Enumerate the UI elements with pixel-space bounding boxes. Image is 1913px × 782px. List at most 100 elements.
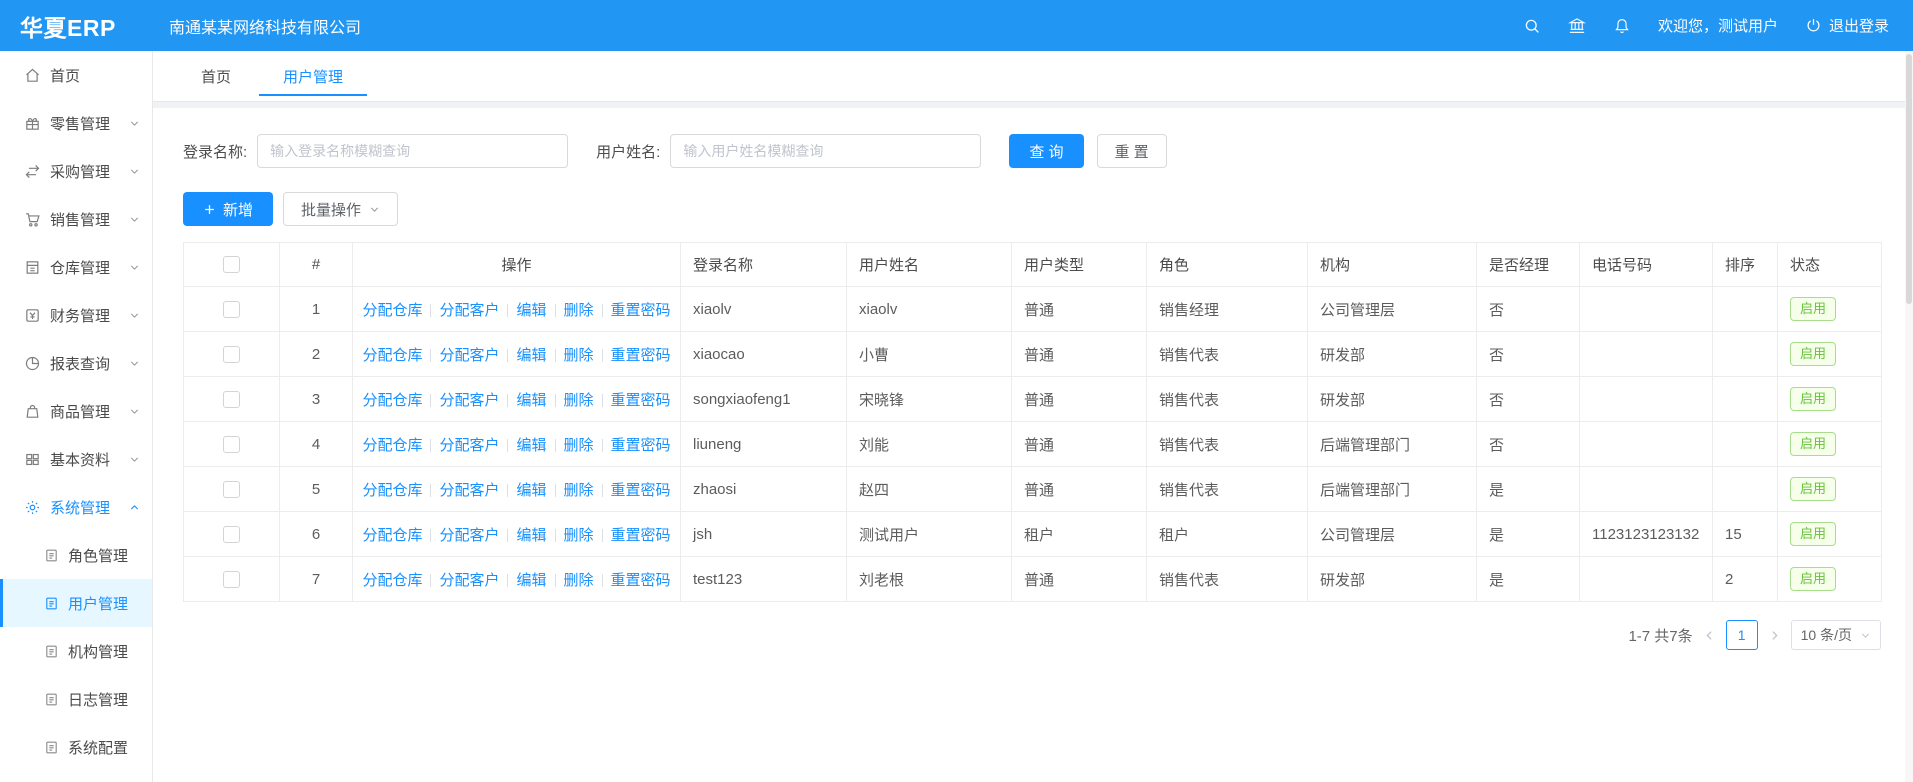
sidebar-item-purchase[interactable]: 采购管理 [0, 147, 152, 195]
col-header-sort: 排序 [1713, 243, 1778, 287]
status-badge[interactable]: 启用 [1790, 297, 1836, 321]
edit-link[interactable]: 编辑 [516, 302, 546, 319]
row-checkbox[interactable] [223, 481, 240, 498]
sidebar-item-finance[interactable]: 财务管理 [0, 291, 152, 339]
row-checkbox[interactable] [223, 571, 240, 588]
logout-button[interactable]: 退出登录 [1805, 15, 1889, 36]
tab-user-mgmt[interactable]: 用户管理 [259, 58, 367, 96]
scrollbar-thumb[interactable] [1906, 54, 1912, 304]
sidebar-item-user-mgmt[interactable]: 用户管理 [0, 579, 152, 627]
edit-link[interactable]: 编辑 [516, 437, 546, 454]
bank-icon[interactable] [1568, 17, 1586, 35]
add-button[interactable]: 新增 [183, 192, 273, 226]
status-badge[interactable]: 启用 [1790, 567, 1836, 591]
delete-link[interactable]: 删除 [564, 392, 594, 409]
assign-customer-link[interactable]: 分配客户 [439, 527, 499, 544]
sidebar-item-goods[interactable]: 商品管理 [0, 387, 152, 435]
sidebar-item-basic-data[interactable]: 基本资料 [0, 435, 152, 483]
cell-phone [1580, 557, 1713, 602]
assign-warehouse-link[interactable]: 分配仓库 [362, 347, 422, 364]
sidebar-item-system-config[interactable]: 系统配置 [0, 723, 152, 771]
page-size-select[interactable]: 10 条/页 [1791, 620, 1881, 650]
status-badge[interactable]: 启用 [1790, 477, 1836, 501]
row-checkbox[interactable] [223, 391, 240, 408]
op-separator [555, 439, 556, 452]
delete-link[interactable]: 删除 [564, 482, 594, 499]
doc-icon [44, 740, 59, 755]
select-all-checkbox[interactable] [223, 256, 240, 273]
sidebar-item-log-mgmt[interactable]: 日志管理 [0, 675, 152, 723]
reset-password-link[interactable]: 重置密码 [611, 392, 671, 409]
next-page-button[interactable] [1768, 629, 1781, 642]
prev-page-button[interactable] [1703, 629, 1716, 642]
reset-password-link[interactable]: 重置密码 [611, 482, 671, 499]
reset-password-link[interactable]: 重置密码 [611, 527, 671, 544]
vertical-scrollbar[interactable] [1905, 51, 1913, 782]
cell-phone [1580, 467, 1713, 512]
sidebar-item-sales[interactable]: 销售管理 [0, 195, 152, 243]
cell-type: 普通 [1012, 422, 1147, 467]
reset-password-link[interactable]: 重置密码 [611, 437, 671, 454]
cell-role: 销售代表 [1147, 332, 1308, 377]
edit-link[interactable]: 编辑 [516, 482, 546, 499]
edit-link[interactable]: 编辑 [516, 527, 546, 544]
row-checkbox[interactable] [223, 346, 240, 363]
col-header-type: 用户类型 [1012, 243, 1147, 287]
assign-warehouse-link[interactable]: 分配仓库 [362, 302, 422, 319]
user-name-input[interactable] [670, 134, 981, 168]
col-header-name: 用户姓名 [847, 243, 1012, 287]
search-icon[interactable] [1523, 17, 1541, 35]
assign-warehouse-link[interactable]: 分配仓库 [362, 437, 422, 454]
op-separator [507, 574, 508, 587]
edit-link[interactable]: 编辑 [516, 392, 546, 409]
assign-warehouse-link[interactable]: 分配仓库 [362, 482, 422, 499]
assign-customer-link[interactable]: 分配客户 [439, 302, 499, 319]
sidebar-item-reports[interactable]: 报表查询 [0, 339, 152, 387]
row-checkbox[interactable] [223, 301, 240, 318]
sidebar-item-role-mgmt[interactable]: 角色管理 [0, 531, 152, 579]
login-name-input[interactable] [257, 134, 568, 168]
cell-name: 刘老根 [847, 557, 1012, 602]
assign-warehouse-link[interactable]: 分配仓库 [362, 572, 422, 589]
sales-cart-icon [24, 211, 41, 228]
edit-link[interactable]: 编辑 [516, 347, 546, 364]
query-button[interactable]: 查 询 [1009, 134, 1083, 168]
bell-icon[interactable] [1613, 17, 1631, 35]
cell-org: 后端管理部门 [1308, 467, 1477, 512]
delete-link[interactable]: 删除 [564, 572, 594, 589]
sidebar-item-system[interactable]: 系统管理 [0, 483, 152, 531]
assign-customer-link[interactable]: 分配客户 [439, 347, 499, 364]
status-badge[interactable]: 启用 [1790, 522, 1836, 546]
sidebar-item-home[interactable]: 首页 [0, 51, 152, 99]
op-separator [602, 394, 603, 407]
topbar: 华夏ERP 南通某某网络科技有限公司 欢迎您，测试用户 退出登录 [0, 0, 1913, 51]
reset-password-link[interactable]: 重置密码 [611, 347, 671, 364]
sidebar-item-retail[interactable]: 零售管理 [0, 99, 152, 147]
purchase-icon [24, 163, 41, 180]
assign-warehouse-link[interactable]: 分配仓库 [362, 392, 422, 409]
reset-password-link[interactable]: 重置密码 [611, 572, 671, 589]
assign-customer-link[interactable]: 分配客户 [439, 437, 499, 454]
cell-org: 研发部 [1308, 377, 1477, 422]
status-badge[interactable]: 启用 [1790, 342, 1836, 366]
sidebar-item-warehouse[interactable]: 仓库管理 [0, 243, 152, 291]
reset-button[interactable]: 重 置 [1097, 134, 1167, 168]
delete-link[interactable]: 删除 [564, 527, 594, 544]
page-number-button[interactable]: 1 [1726, 620, 1758, 650]
assign-customer-link[interactable]: 分配客户 [439, 392, 499, 409]
delete-link[interactable]: 删除 [564, 437, 594, 454]
batch-actions-button[interactable]: 批量操作 [283, 192, 398, 226]
sidebar-item-org-mgmt[interactable]: 机构管理 [0, 627, 152, 675]
delete-link[interactable]: 删除 [564, 347, 594, 364]
status-badge[interactable]: 启用 [1790, 432, 1836, 456]
assign-customer-link[interactable]: 分配客户 [439, 572, 499, 589]
reset-password-link[interactable]: 重置密码 [611, 302, 671, 319]
row-checkbox[interactable] [223, 436, 240, 453]
tab-home[interactable]: 首页 [177, 58, 255, 96]
row-checkbox[interactable] [223, 526, 240, 543]
assign-warehouse-link[interactable]: 分配仓库 [362, 527, 422, 544]
edit-link[interactable]: 编辑 [516, 572, 546, 589]
status-badge[interactable]: 启用 [1790, 387, 1836, 411]
assign-customer-link[interactable]: 分配客户 [439, 482, 499, 499]
delete-link[interactable]: 删除 [564, 302, 594, 319]
